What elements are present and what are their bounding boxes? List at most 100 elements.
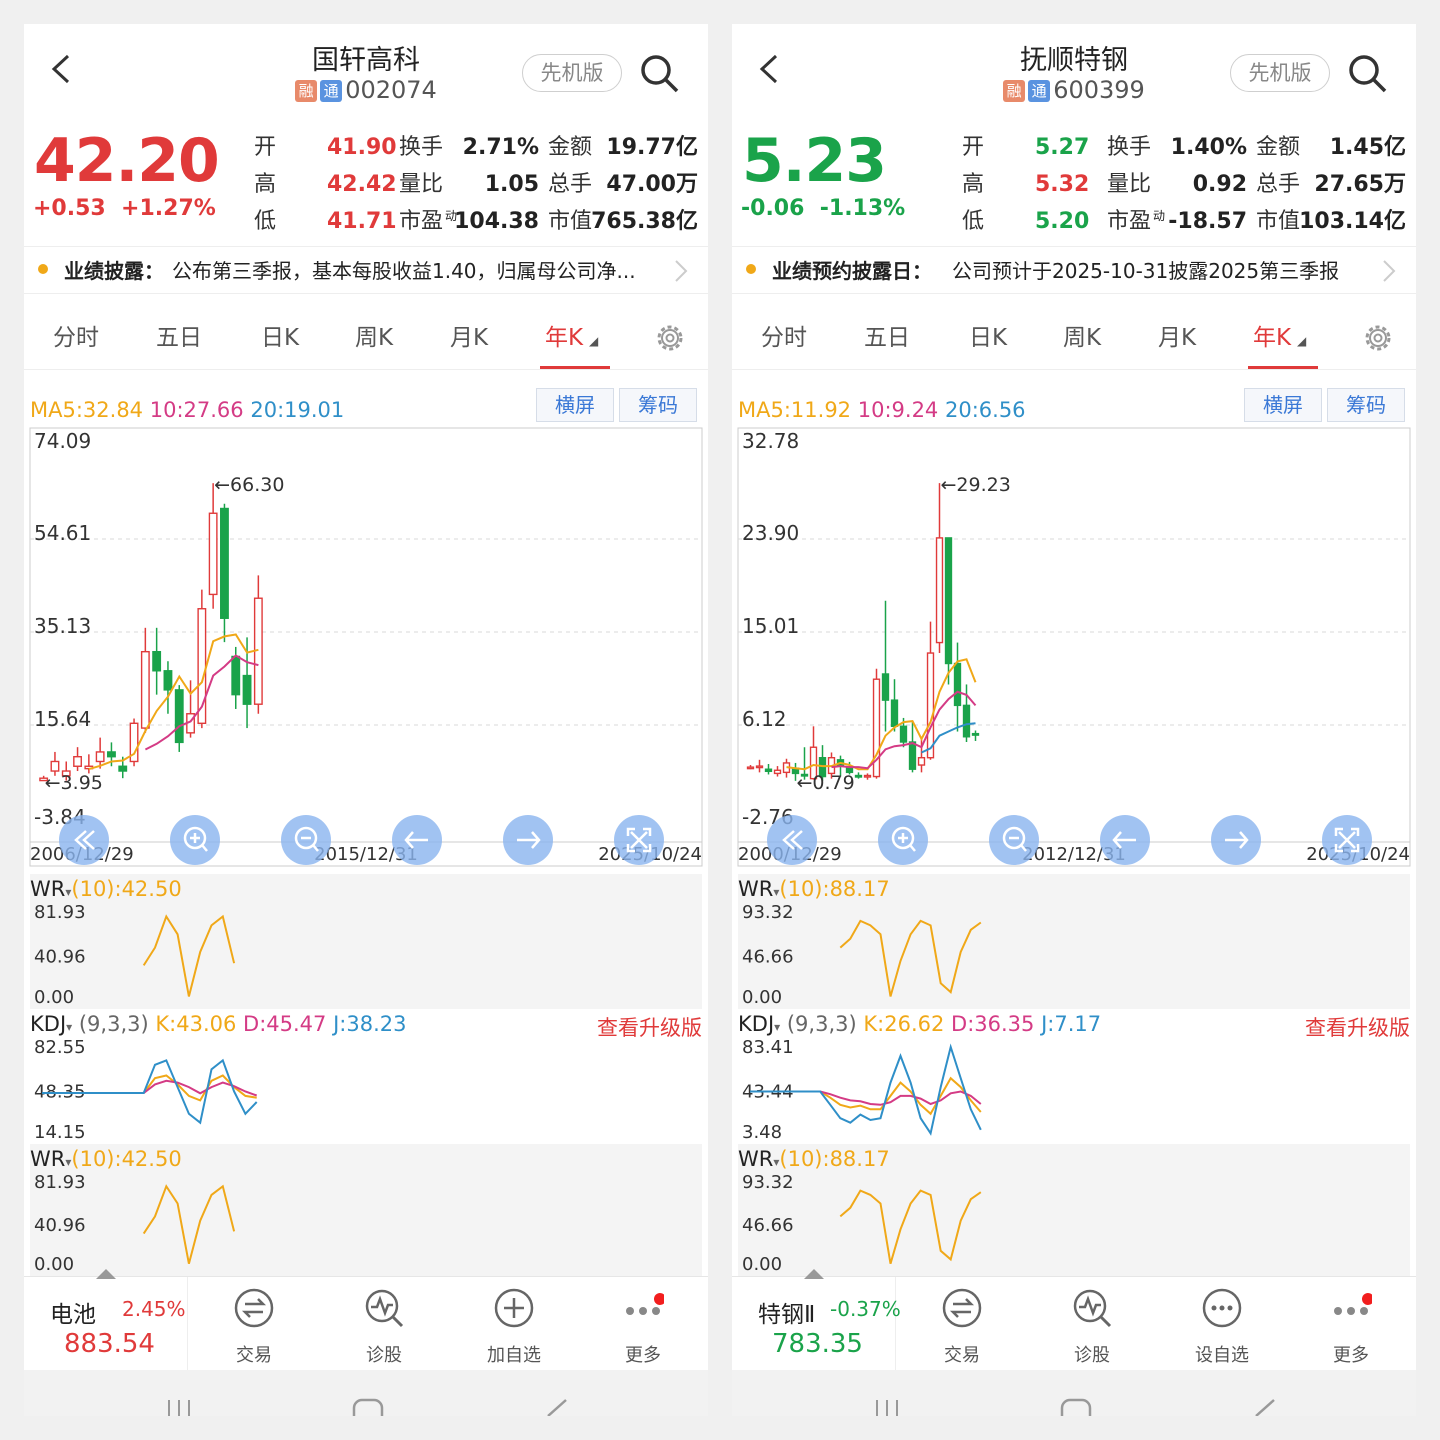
- wr2-tick-label: 81.93: [34, 1172, 86, 1193]
- notice-bar[interactable]: 业绩预约披露日： 公司预计于2025-10-31披露2025第三季报: [732, 246, 1416, 294]
- zoom-out-icon[interactable]: [281, 815, 331, 865]
- wr1-name: WR: [30, 877, 66, 901]
- watch-button[interactable]: 加自选: [459, 1277, 569, 1371]
- quote-value: 27.65万: [1314, 172, 1406, 197]
- sector-index[interactable]: 特钢Ⅱ -0.37% 783.35: [732, 1269, 901, 1371]
- quote-row: 开 5.27 换手 1.40% 金额 1.45亿: [732, 130, 1416, 166]
- more-button[interactable]: 更多: [588, 1277, 698, 1371]
- search-icon[interactable]: [1346, 52, 1388, 94]
- low-price-label: ←3.95: [45, 772, 103, 794]
- pioneer-version-button[interactable]: 先机版: [522, 54, 622, 92]
- home-icon[interactable]: [1060, 1398, 1092, 1416]
- y-tick-label: 32.78: [742, 429, 799, 453]
- tab-4[interactable]: 月K: [429, 318, 509, 352]
- zoom-out-button-bg: [989, 815, 1039, 865]
- chips-button[interactable]: 筹码: [1327, 388, 1405, 422]
- settings-gear-icon[interactable]: [654, 322, 686, 354]
- tab-2[interactable]: 日K: [240, 318, 320, 352]
- home-icon[interactable]: [352, 1398, 384, 1416]
- search-icon[interactable]: [638, 52, 680, 94]
- upgrade-link[interactable]: 查看升级版: [1305, 1012, 1410, 1042]
- chevron-right-icon: [1383, 260, 1396, 282]
- quote-value: -18.57: [1168, 209, 1247, 234]
- dropdown-icon: ▾: [66, 1020, 73, 1034]
- quote-value: 5.32: [1035, 172, 1090, 197]
- left-arrow-icon[interactable]: [1100, 815, 1150, 865]
- zoom-out-icon[interactable]: [989, 815, 1039, 865]
- fullscreen-icon[interactable]: [1322, 815, 1372, 865]
- kdj-tick-label: 3.48: [742, 1122, 782, 1143]
- candle-body: [50, 760, 60, 772]
- quote-value: 104.38: [454, 209, 539, 234]
- quote-value: 103.14亿: [1299, 209, 1406, 234]
- kline-chart[interactable]: 32.7823.9015.016.12-2.762000/12/292012/1…: [732, 424, 1416, 874]
- chart-frame: [737, 427, 1411, 867]
- more-button[interactable]: 更多: [1296, 1277, 1406, 1371]
- quote-label: 低: [254, 209, 277, 234]
- candle-body: [917, 757, 926, 766]
- candle-body: [890, 699, 899, 728]
- diagnose-button[interactable]: 诊股: [1037, 1277, 1147, 1371]
- tab-2[interactable]: 日K: [948, 318, 1028, 352]
- candle-body: [242, 674, 252, 705]
- tab-1[interactable]: 五日: [847, 318, 927, 352]
- landscape-button[interactable]: 横屏: [1244, 388, 1322, 422]
- stock-panel-0: 国轩高科 融通 002074 先机版 42.20 +0.53 +1.27% 开 41…: [24, 24, 708, 1416]
- candle-body: [174, 689, 184, 744]
- low-price-label: ←0.79: [797, 772, 855, 794]
- wr1-legend[interactable]: WR▾(10):42.50: [30, 877, 182, 901]
- quote-row: 高 42.42 量比 1.05 总手 47.00万: [24, 167, 708, 203]
- upgrade-link[interactable]: 查看升级版: [597, 1012, 702, 1042]
- zoom-in-icon[interactable]: [170, 815, 220, 865]
- wr2-legend[interactable]: WR▾(10):88.17: [738, 1147, 890, 1171]
- zoom-out-button-bg: [281, 815, 331, 865]
- tab-3[interactable]: 周K: [1042, 318, 1122, 352]
- connect-badge: 通: [1028, 80, 1051, 102]
- diagnose-button[interactable]: 诊股: [329, 1277, 439, 1371]
- wr2-legend[interactable]: WR▾(10):42.50: [30, 1147, 182, 1171]
- kdj-tick-label: 14.15: [34, 1122, 86, 1143]
- notice-bar[interactable]: 业绩披露： 公布第三季报，基本每股收益1.40，归属母公司净...: [24, 246, 708, 294]
- trade-button[interactable]: 交易: [199, 1277, 309, 1371]
- tab-1[interactable]: 五日: [139, 318, 219, 352]
- wr2-tick-label: 93.32: [742, 1172, 794, 1193]
- notice-text: 公司预计于2025-10-31披露2025第三季报: [952, 259, 1340, 283]
- candle-body: [140, 650, 150, 729]
- notice-dot-icon: [746, 264, 756, 274]
- tab-4[interactable]: 月K: [1137, 318, 1217, 352]
- candle-body: [73, 756, 82, 767]
- chips-button[interactable]: 筹码: [619, 388, 697, 422]
- tab-3[interactable]: 周K: [334, 318, 414, 352]
- quote-label: 市值: [1256, 209, 1301, 234]
- quote-value: 19.77亿: [606, 135, 698, 160]
- tab-0[interactable]: 分时: [744, 318, 824, 352]
- landscape-button[interactable]: 横屏: [536, 388, 614, 422]
- kline-chart[interactable]: 74.0954.6135.1315.64-3.842006/12/292015/…: [24, 424, 708, 874]
- kdj-legend[interactable]: KDJ▾ (9,3,3) K:43.06 D:45.47 J:38.23 查看升级…: [30, 1012, 702, 1040]
- wr1-legend[interactable]: WR▾(10):88.17: [738, 877, 890, 901]
- pioneer-version-button[interactable]: 先机版: [1230, 54, 1330, 92]
- tab-0[interactable]: 分时: [36, 318, 116, 352]
- back-nav-icon[interactable]: [1252, 1398, 1278, 1416]
- back-nav-icon[interactable]: [544, 1398, 570, 1416]
- watch-button[interactable]: 设自选: [1167, 1277, 1277, 1371]
- settings-gear-icon[interactable]: [1362, 322, 1394, 354]
- sector-index[interactable]: 电池 2.45% 883.54: [24, 1269, 188, 1371]
- fullscreen-icon[interactable]: [614, 815, 664, 865]
- rewind-icon[interactable]: [59, 815, 109, 865]
- trade-button[interactable]: 交易: [907, 1277, 1017, 1371]
- bottom-toolbar: 电池 2.45% 883.54 交易 诊股 加自选 更多: [24, 1269, 708, 1371]
- quote-label: 开: [254, 135, 277, 160]
- quote-label: 金额: [548, 135, 593, 160]
- right-arrow-icon[interactable]: [503, 815, 553, 865]
- kdj-legend[interactable]: KDJ▾ (9,3,3) K:26.62 D:36.35 J:7.17 查看升级版: [738, 1012, 1410, 1040]
- candle-body: [95, 751, 105, 763]
- candle-body: [908, 741, 917, 770]
- left-arrow-icon[interactable]: [392, 815, 442, 865]
- recent-apps-icon[interactable]: [872, 1398, 902, 1416]
- trade-icon: [942, 1288, 982, 1328]
- rewind-icon[interactable]: [767, 815, 817, 865]
- zoom-in-icon[interactable]: [878, 815, 928, 865]
- right-arrow-icon[interactable]: [1211, 815, 1261, 865]
- recent-apps-icon[interactable]: [164, 1398, 194, 1416]
